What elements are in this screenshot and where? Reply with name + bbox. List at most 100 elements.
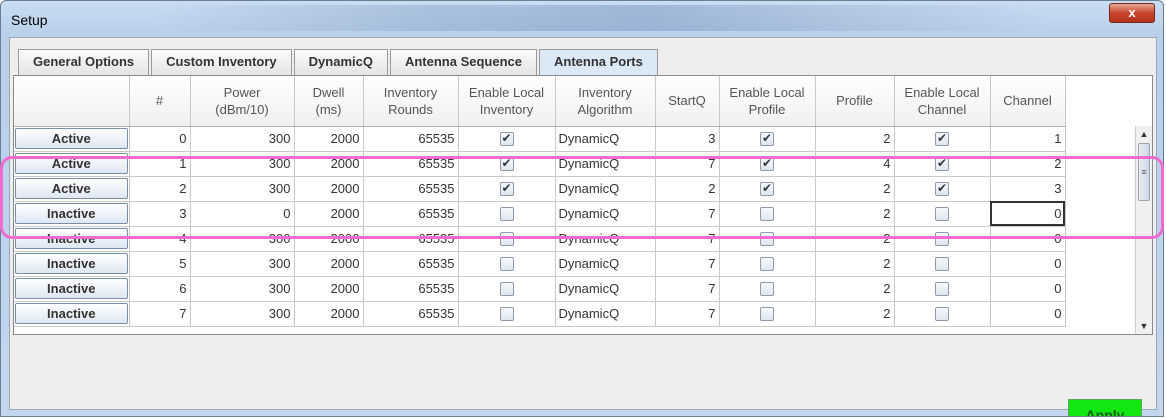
scroll-down-icon[interactable]: ▼ — [1136, 318, 1152, 334]
startq-cell[interactable]: 7 — [655, 251, 720, 277]
tab-dynamicq[interactable]: DynamicQ — [293, 49, 388, 75]
enable-local-profile-checkbox[interactable] — [760, 131, 774, 147]
enable-local-profile-checkbox[interactable] — [760, 282, 774, 297]
profile-cell[interactable]: 2 — [815, 301, 895, 327]
inventory-algorithm-cell[interactable]: DynamicQ — [555, 151, 656, 177]
state-toggle-button[interactable]: Inactive — [15, 252, 128, 274]
enable-local-profile-header[interactable]: Enable Local Profile — [719, 76, 816, 127]
enable-local-inventory-checkbox[interactable] — [499, 207, 514, 222]
profile-header[interactable]: Profile — [815, 76, 895, 127]
enable-local-profile-checkbox[interactable] — [760, 181, 774, 197]
profile-cell[interactable]: 2 — [815, 276, 895, 302]
power-cell[interactable]: 300 — [190, 151, 295, 177]
profile-cell[interactable]: 2 — [815, 251, 895, 277]
number-header[interactable]: # — [129, 76, 191, 127]
inventory-rounds-cell[interactable]: 65535 — [363, 276, 459, 302]
dwell-cell[interactable]: 2000 — [294, 201, 364, 227]
enable-local-profile-checkbox[interactable] — [760, 156, 774, 172]
enable-local-channel-checkbox[interactable] — [935, 131, 949, 147]
power-cell[interactable]: 300 — [190, 301, 295, 327]
state-toggle-button[interactable]: Active — [15, 127, 128, 149]
inventory-rounds-cell[interactable]: 65535 — [363, 126, 459, 152]
enable-local-inventory-checkbox[interactable] — [499, 156, 514, 172]
tab-general-options[interactable]: General Options — [18, 49, 150, 75]
channel-cell[interactable]: 0 — [990, 226, 1066, 252]
state-toggle-button[interactable]: Inactive — [15, 302, 128, 324]
enable-local-profile-checkbox[interactable] — [760, 207, 774, 222]
inventory-rounds-cell[interactable]: 65535 — [363, 201, 459, 227]
power-cell[interactable]: 300 — [190, 126, 295, 152]
dwell-cell[interactable]: 2000 — [294, 176, 364, 202]
profile-cell[interactable]: 2 — [815, 176, 895, 202]
inventory-algorithm-cell[interactable]: DynamicQ — [555, 251, 656, 277]
enable-local-channel-checkbox[interactable] — [935, 282, 949, 297]
inventory-algorithm-cell[interactable]: DynamicQ — [555, 276, 656, 302]
state-toggle-button[interactable]: Inactive — [15, 227, 128, 249]
inventory-rounds-cell[interactable]: 65535 — [363, 251, 459, 277]
enable-local-channel-checkbox[interactable] — [935, 181, 949, 197]
dwell-cell[interactable]: 2000 — [294, 151, 364, 177]
dwell-cell[interactable]: 2000 — [294, 301, 364, 327]
power-cell[interactable]: 300 — [190, 251, 295, 277]
power-header[interactable]: Power (dBm/10) — [190, 76, 295, 127]
startq-cell[interactable]: 3 — [655, 126, 720, 152]
dwell-cell[interactable]: 2000 — [294, 226, 364, 252]
state-toggle-button[interactable]: Inactive — [15, 202, 128, 224]
enable-local-channel-header[interactable]: Enable Local Channel — [894, 76, 991, 127]
enable-local-channel-checkbox[interactable] — [935, 307, 949, 322]
inventory-algorithm-cell[interactable]: DynamicQ — [555, 176, 656, 202]
inventory-rounds-cell[interactable]: 65535 — [363, 301, 459, 327]
startq-cell[interactable]: 7 — [655, 301, 720, 327]
enable-local-inventory-checkbox[interactable] — [499, 232, 514, 247]
channel-cell[interactable]: 2 — [990, 151, 1066, 177]
channel-cell[interactable]: 0 — [990, 251, 1066, 277]
channel-cell[interactable]: 0 — [990, 276, 1066, 302]
power-cell[interactable]: 300 — [190, 276, 295, 302]
power-cell[interactable]: 300 — [190, 226, 295, 252]
profile-cell[interactable]: 2 — [815, 226, 895, 252]
channel-cell[interactable]: 0 — [990, 201, 1066, 227]
inventory-rounds-cell[interactable]: 65535 — [363, 226, 459, 252]
dwell-cell[interactable]: 2000 — [294, 276, 364, 302]
channel-cell[interactable]: 0 — [990, 301, 1066, 327]
startq-header[interactable]: StartQ — [655, 76, 720, 127]
scroll-up-icon[interactable]: ▲ — [1136, 126, 1152, 143]
enable-local-inventory-checkbox[interactable] — [499, 307, 514, 322]
startq-cell[interactable]: 7 — [655, 201, 720, 227]
close-button[interactable]: x — [1109, 3, 1155, 23]
startq-cell[interactable]: 7 — [655, 276, 720, 302]
dwell-header[interactable]: Dwell (ms) — [294, 76, 364, 127]
enable-local-channel-checkbox[interactable] — [935, 207, 949, 222]
tab-custom-inventory[interactable]: Custom Inventory — [151, 49, 292, 75]
enable-local-inventory-checkbox[interactable] — [499, 282, 514, 297]
channel-cell[interactable]: 3 — [990, 176, 1066, 202]
inventory-rounds-cell[interactable]: 65535 — [363, 176, 459, 202]
dwell-cell[interactable]: 2000 — [294, 251, 364, 277]
enable-local-profile-checkbox[interactable] — [760, 257, 774, 272]
power-cell[interactable]: 300 — [190, 176, 295, 202]
enable-local-profile-checkbox[interactable] — [760, 307, 774, 322]
inventory-algorithm-cell[interactable]: DynamicQ — [555, 301, 656, 327]
startq-cell[interactable]: 7 — [655, 226, 720, 252]
channel-cell[interactable]: 1 — [990, 126, 1066, 152]
vertical-scrollbar[interactable]: ▲ ≡ ▼ — [1135, 126, 1152, 334]
enable-local-inventory-checkbox[interactable] — [499, 131, 514, 147]
enable-local-channel-checkbox[interactable] — [935, 156, 949, 172]
inventory-algorithm-cell[interactable]: DynamicQ — [555, 201, 656, 227]
state-toggle-button[interactable]: Active — [15, 152, 128, 174]
dwell-cell[interactable]: 2000 — [294, 126, 364, 152]
state-toggle-button[interactable]: Inactive — [15, 277, 128, 299]
startq-cell[interactable]: 7 — [655, 151, 720, 177]
enable-local-channel-checkbox[interactable] — [935, 232, 949, 247]
state-header[interactable] — [14, 76, 130, 127]
tab-antenna-ports[interactable]: Antenna Ports — [539, 49, 658, 75]
inventory-rounds-header[interactable]: Inventory Rounds — [363, 76, 459, 127]
state-toggle-button[interactable]: Active — [15, 177, 128, 199]
scroll-thumb[interactable]: ≡ — [1138, 143, 1150, 201]
enable-local-profile-checkbox[interactable] — [760, 232, 774, 247]
inventory-algorithm-cell[interactable]: DynamicQ — [555, 126, 656, 152]
enable-local-inventory-header[interactable]: Enable Local Inventory — [458, 76, 556, 127]
power-cell[interactable]: 0 — [190, 201, 295, 227]
inventory-algorithm-cell[interactable]: DynamicQ — [555, 226, 656, 252]
channel-header[interactable]: Channel — [990, 76, 1066, 127]
